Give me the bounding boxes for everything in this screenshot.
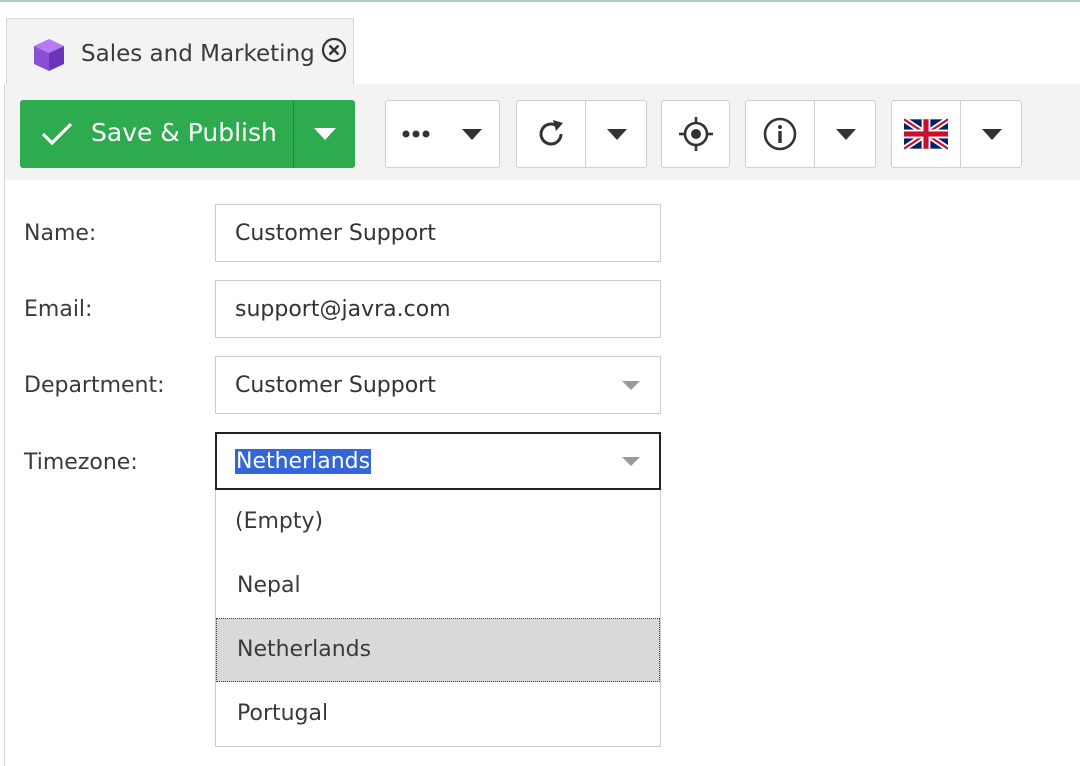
email-value: support@javra.com xyxy=(235,297,451,322)
cube-icon xyxy=(34,39,64,71)
tab-sales-and-marketing[interactable]: Sales and Marketing xyxy=(6,18,354,85)
timezone-select[interactable]: Netherlands xyxy=(215,432,661,490)
toolbar: Save & Publish xyxy=(5,84,1080,180)
language-split-button xyxy=(891,100,1022,168)
save-publish-split-button: Save & Publish xyxy=(20,100,355,168)
info-button[interactable] xyxy=(746,101,814,167)
locate-button[interactable] xyxy=(661,100,730,168)
reload-button[interactable] xyxy=(517,101,585,167)
language-button[interactable] xyxy=(892,101,960,167)
timezone-option-empty[interactable]: (Empty) xyxy=(216,490,660,554)
caret-down-icon xyxy=(835,128,856,140)
option-label: Nepal xyxy=(237,573,301,598)
timezone-option-nepal[interactable]: Nepal xyxy=(216,554,660,618)
name-value: Customer Support xyxy=(235,221,436,246)
timezone-value: Netherlands xyxy=(235,448,372,476)
info-icon xyxy=(763,117,797,151)
uk-flag-icon xyxy=(904,118,948,150)
caret-down-icon xyxy=(981,128,1002,140)
email-label: Email: xyxy=(24,297,93,322)
option-label: (Empty) xyxy=(235,509,324,534)
timezone-selected-text: Netherlands xyxy=(235,449,372,474)
content-left-border xyxy=(4,84,5,766)
department-value: Customer Support xyxy=(235,373,436,398)
chevron-down-icon xyxy=(622,381,640,390)
timezone-label: Timezone: xyxy=(24,450,138,475)
email-field[interactable]: support@javra.com xyxy=(215,280,661,338)
reload-options-dropdown-button[interactable] xyxy=(586,101,647,167)
timezone-dropdown-list: (Empty) Nepal Netherlands Portugal xyxy=(215,490,661,747)
reload-icon xyxy=(539,120,563,146)
language-options-dropdown-button[interactable] xyxy=(961,101,1022,167)
save-options-dropdown-button[interactable] xyxy=(294,100,355,168)
info-split-button xyxy=(745,100,876,168)
option-label: Netherlands xyxy=(237,637,372,662)
caret-down-icon xyxy=(606,128,627,140)
name-label: Name: xyxy=(24,221,97,246)
name-field[interactable]: Customer Support xyxy=(215,204,661,262)
department-label: Department: xyxy=(24,373,165,398)
caret-down-icon xyxy=(313,128,336,140)
tab-strip: Sales and Marketing xyxy=(0,2,1080,85)
timezone-option-portugal[interactable]: Portugal xyxy=(216,682,660,746)
reload-split-button xyxy=(516,100,647,168)
locate-icon xyxy=(679,117,713,151)
timezone-option-netherlands[interactable]: Netherlands xyxy=(216,618,660,682)
department-select[interactable]: Customer Support xyxy=(215,356,661,414)
more-options-icon xyxy=(402,130,430,138)
save-publish-button[interactable]: Save & Publish xyxy=(20,100,293,166)
save-publish-label: Save & Publish xyxy=(91,118,277,147)
info-options-dropdown-button[interactable] xyxy=(815,101,876,167)
caret-down-icon xyxy=(462,129,482,140)
checkmark-icon xyxy=(41,122,73,146)
tab-title: Sales and Marketing xyxy=(81,41,315,67)
more-options-button[interactable] xyxy=(385,100,500,168)
chevron-down-icon xyxy=(622,457,640,466)
option-label: Portugal xyxy=(237,701,329,726)
close-circle-icon[interactable] xyxy=(319,35,349,65)
